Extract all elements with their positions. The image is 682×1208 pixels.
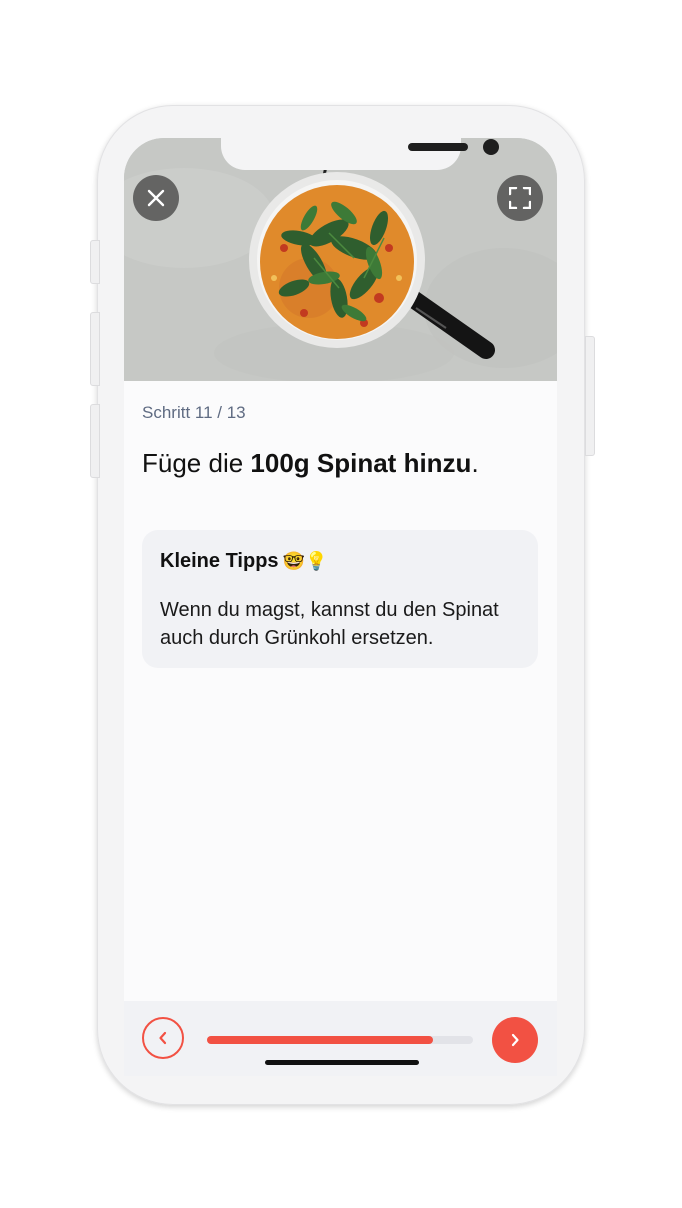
tip-text: Wenn du magst, kannst du den Spinat auch… <box>160 599 499 649</box>
close-icon <box>147 189 165 207</box>
phone-notch <box>221 138 499 170</box>
step-content: Schritt 11 / 13 Füge die 100g Spinat hin… <box>124 381 557 1001</box>
step-instruction: Füge die 100g Spinat hinzu. <box>142 448 479 479</box>
chevron-right-icon <box>511 1033 519 1047</box>
step-instruction-prefix: Füge die <box>142 448 251 478</box>
bottom-navigation <box>124 1001 557 1076</box>
step-instruction-highlight: 100g Spinat hinzu <box>250 448 472 478</box>
phone-side-button <box>90 240 100 284</box>
tip-title: Kleine Tipps 🤓💡 <box>160 550 327 573</box>
home-indicator <box>265 1060 419 1065</box>
tip-title-text: Kleine Tipps <box>160 550 279 572</box>
step-progress-bar <box>207 1036 473 1044</box>
step-instruction-suffix: . <box>471 448 479 478</box>
nerd-lightbulb-emoji: 🤓💡 <box>282 551 328 571</box>
phone-power-button <box>585 336 595 456</box>
fullscreen-icon <box>509 187 531 209</box>
front-camera <box>483 139 499 155</box>
previous-step-button[interactable] <box>142 1017 184 1059</box>
fullscreen-button[interactable] <box>497 175 543 221</box>
hero-image <box>124 138 557 381</box>
tip-card: Kleine Tipps 🤓💡 Wenn du magst, kannst du … <box>142 530 538 668</box>
chevron-left-icon <box>159 1031 167 1045</box>
next-step-button[interactable] <box>492 1017 538 1063</box>
close-button[interactable] <box>133 175 179 221</box>
phone-volume-up-button <box>90 312 100 386</box>
app-screen: Schritt 11 / 13 Füge die 100g Spinat hin… <box>124 138 557 1076</box>
earpiece-speaker <box>408 143 468 151</box>
phone-volume-down-button <box>90 404 100 478</box>
step-progress-fill <box>207 1036 434 1044</box>
step-counter: Schritt 11 / 13 <box>142 403 246 422</box>
